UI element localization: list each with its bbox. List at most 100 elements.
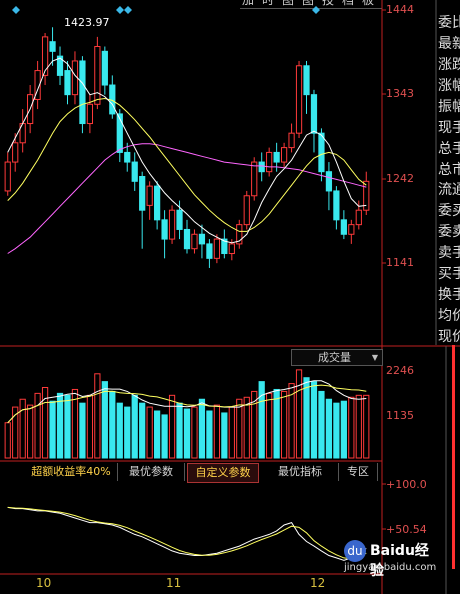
- volume-bar: [266, 392, 273, 459]
- candle-body: [146, 185, 153, 206]
- candle-body: [280, 147, 288, 163]
- quote-value-stub: [452, 505, 459, 521]
- tab-custom-params[interactable]: 自定义参数: [187, 463, 259, 483]
- watermark-brand: Baidu经验: [370, 543, 429, 579]
- volume-bar: [273, 388, 280, 459]
- quote-value-stub: [452, 393, 459, 409]
- quote-value-stub: [452, 473, 459, 489]
- volume-bar: [228, 406, 235, 459]
- candle-body: [273, 151, 280, 163]
- candle-body: [4, 161, 11, 192]
- candle-body: [139, 176, 146, 211]
- candle-body: [295, 65, 303, 134]
- volume-bar: [27, 404, 34, 459]
- quote-field-label: 买手: [438, 266, 460, 282]
- quote-value-stub: [452, 553, 459, 569]
- quote-field-label: 最新: [438, 36, 460, 52]
- quote-field-label: 委比: [438, 15, 460, 31]
- volume-bar: [86, 394, 94, 459]
- candle-body: [154, 185, 161, 221]
- signal-diamond-icon: [116, 6, 124, 14]
- quote-value-stub: [452, 361, 459, 377]
- quote-value-stub: [452, 409, 459, 425]
- candle-body: [243, 195, 250, 226]
- candle-body: [213, 238, 220, 259]
- quote-field-label: 委卖: [438, 224, 460, 240]
- volume-bar: [340, 400, 347, 459]
- candle-body: [206, 243, 213, 259]
- volume-bar: [109, 390, 116, 459]
- watermark-url: jingyan.baidu.com: [344, 562, 437, 573]
- volume-bar: [4, 422, 11, 459]
- volume-bar: [139, 402, 146, 459]
- candle-body: [333, 190, 340, 221]
- high-price-annotation: 1423.97: [64, 16, 110, 29]
- volume-bar: [116, 402, 123, 459]
- watermark: du Baidu经验 jingyan.baidu.com: [340, 536, 437, 579]
- tab-zone[interactable]: 专区: [339, 463, 378, 481]
- quote-field-label: 委买: [438, 203, 460, 219]
- indicator-axis-label: +50.54: [386, 523, 427, 536]
- candle-body: [266, 151, 273, 173]
- volume-bar: [303, 377, 310, 459]
- candle-body: [288, 132, 295, 149]
- signal-diamond-icon: [312, 6, 320, 14]
- candle-body: [124, 151, 131, 163]
- candle-body: [161, 219, 168, 240]
- volume-bar: [198, 398, 206, 459]
- signal-diamond-icon: [124, 6, 132, 14]
- volume-selector[interactable]: 成交量 ▼: [291, 349, 383, 366]
- quote-field-label: 现手: [438, 120, 460, 136]
- candle-body: [303, 65, 310, 96]
- candle-body: [12, 142, 19, 163]
- quote-value-stub: [452, 521, 459, 537]
- baidu-paw-icon: du: [344, 540, 366, 562]
- volume-bar: [236, 398, 243, 459]
- quote-value-stub: [452, 489, 459, 505]
- candle-body: [258, 161, 265, 173]
- candle-body: [228, 243, 235, 255]
- volume-bar: [131, 394, 138, 459]
- price-axis-label: 1141: [386, 256, 414, 269]
- tab-optimal-indicator[interactable]: 最优指标: [262, 463, 339, 481]
- quote-value-stub: [452, 441, 459, 457]
- volume-bar: [49, 400, 56, 459]
- quote-field-label: 涨跌: [438, 57, 460, 73]
- volume-bar: [56, 392, 64, 459]
- date-label: 11: [166, 576, 182, 590]
- ma-short-line: [7, 57, 367, 244]
- candle-body: [168, 209, 176, 240]
- volume-bar: [355, 394, 362, 459]
- volume-axis-label: 1135: [386, 409, 414, 422]
- candle-body: [318, 132, 325, 173]
- volume-bar: [101, 381, 108, 459]
- volume-axis-label: 2246: [386, 364, 414, 377]
- volume-selector-label: 成交量: [318, 351, 351, 364]
- volume-bar: [213, 404, 220, 459]
- quote-value-stub: [452, 537, 459, 553]
- price-axis-label: 1242: [386, 172, 414, 185]
- volume-bar: [154, 410, 161, 459]
- volume-bar: [243, 396, 250, 459]
- tab-excess-return[interactable]: 超额收益率40%: [25, 463, 118, 481]
- price-axis-label: 1444: [386, 3, 414, 16]
- volume-bar: [34, 392, 41, 459]
- volume-bar: [176, 402, 183, 459]
- price-axis-label: 1343: [386, 87, 414, 100]
- volume-bar: [333, 402, 340, 459]
- candle-body: [49, 41, 56, 52]
- tab-optimal-params[interactable]: 最优参数: [118, 463, 185, 481]
- quote-field-label: 振幅: [438, 99, 460, 115]
- candle-body: [101, 50, 108, 86]
- date-label: 12: [310, 576, 326, 590]
- volume-bar: [79, 402, 86, 459]
- quote-value-stub: [452, 345, 459, 361]
- volume-bar: [124, 406, 131, 459]
- candle-body: [355, 209, 362, 226]
- volume-bar: [161, 414, 168, 459]
- candle-body: [251, 161, 258, 197]
- quote-field-label: 总市: [438, 162, 460, 178]
- candle-body: [191, 233, 198, 250]
- volume-bar: [295, 369, 303, 459]
- quote-color-strip: [450, 345, 460, 569]
